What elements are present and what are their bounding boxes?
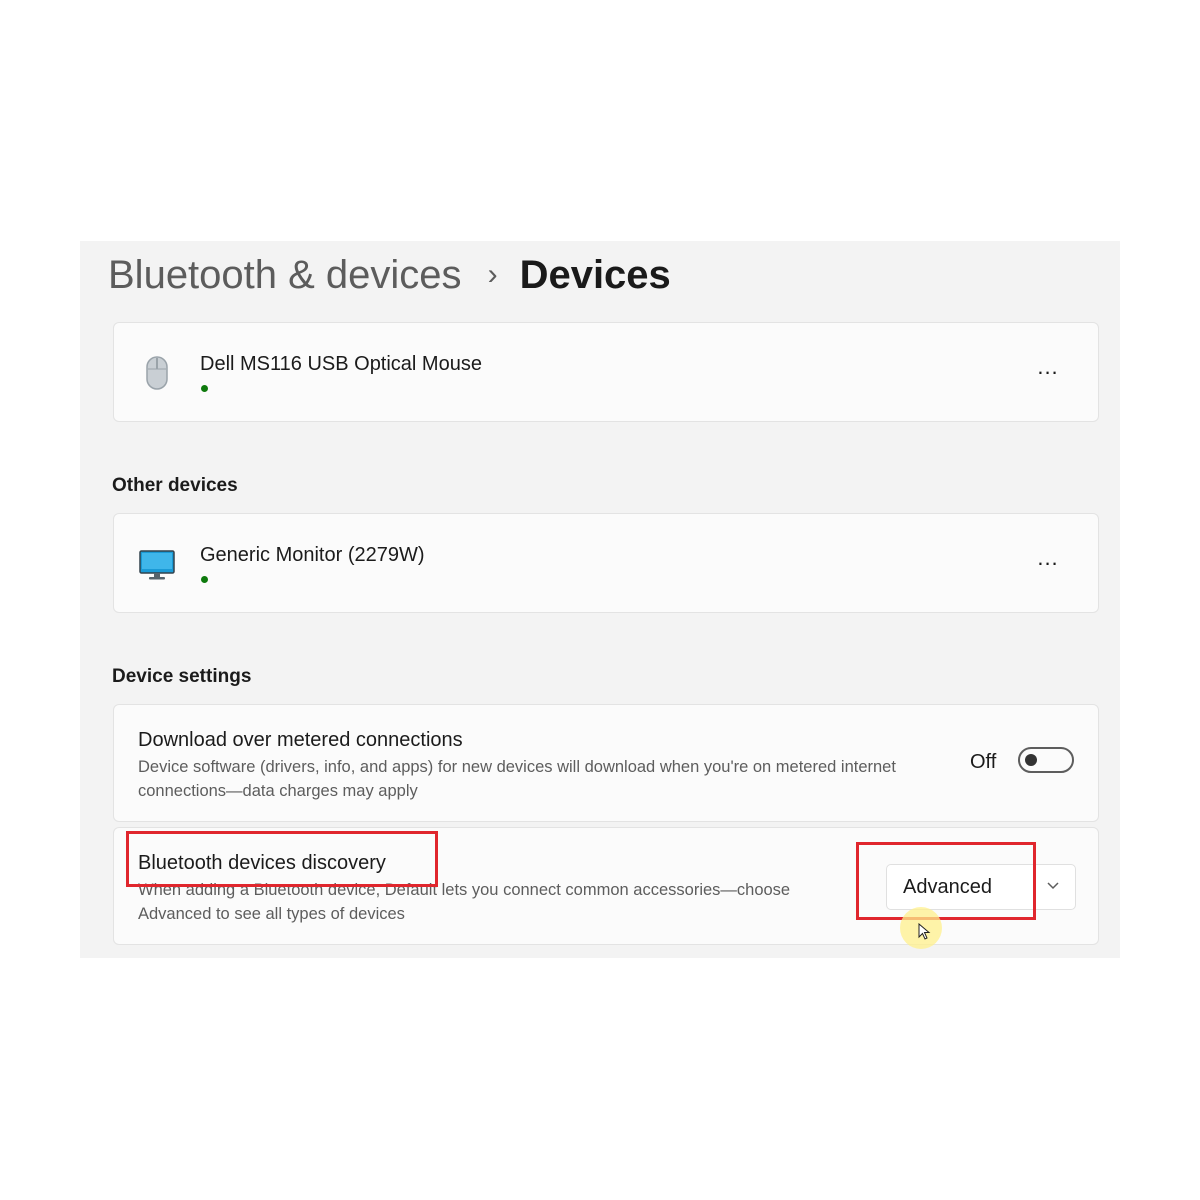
monitor-icon	[139, 550, 175, 580]
device-card-mouse[interactable]: Dell MS116 USB Optical Mouse ...	[113, 322, 1099, 422]
chevron-down-icon	[1047, 882, 1059, 890]
connected-status-dot	[201, 576, 208, 583]
breadcrumb-parent-link[interactable]: Bluetooth & devices	[108, 253, 462, 298]
settings-window: Bluetooth & devices › Devices Dell MS116…	[80, 241, 1120, 958]
connected-status-dot	[201, 385, 208, 392]
setting-title: Download over metered connections	[138, 729, 463, 751]
metered-download-toggle[interactable]	[1018, 747, 1074, 773]
highlight-box-advanced-dropdown	[856, 842, 1036, 920]
chevron-right-icon: ›	[487, 258, 498, 291]
more-options-button[interactable]: ...	[1034, 356, 1062, 383]
setting-card-metered-download: Download over metered connections Device…	[113, 704, 1099, 822]
section-title-other-devices: Other devices	[112, 475, 238, 496]
highlight-box-discovery-title	[126, 831, 438, 887]
mouse-icon	[146, 356, 168, 390]
section-title-device-settings: Device settings	[112, 666, 252, 687]
page-title: Devices	[519, 252, 671, 297]
toggle-state-label: Off	[970, 751, 997, 773]
device-name: Dell MS116 USB Optical Mouse	[200, 353, 482, 375]
toggle-knob	[1025, 754, 1037, 766]
setting-description: Device software (drivers, info, and apps…	[138, 758, 896, 800]
breadcrumb: Bluetooth & devices › Devices	[108, 249, 671, 301]
device-card-monitor[interactable]: Generic Monitor (2279W) ...	[113, 513, 1099, 613]
device-name: Generic Monitor (2279W)	[200, 544, 425, 566]
mouse-pointer-icon	[918, 923, 931, 940]
more-options-button[interactable]: ...	[1034, 547, 1062, 574]
